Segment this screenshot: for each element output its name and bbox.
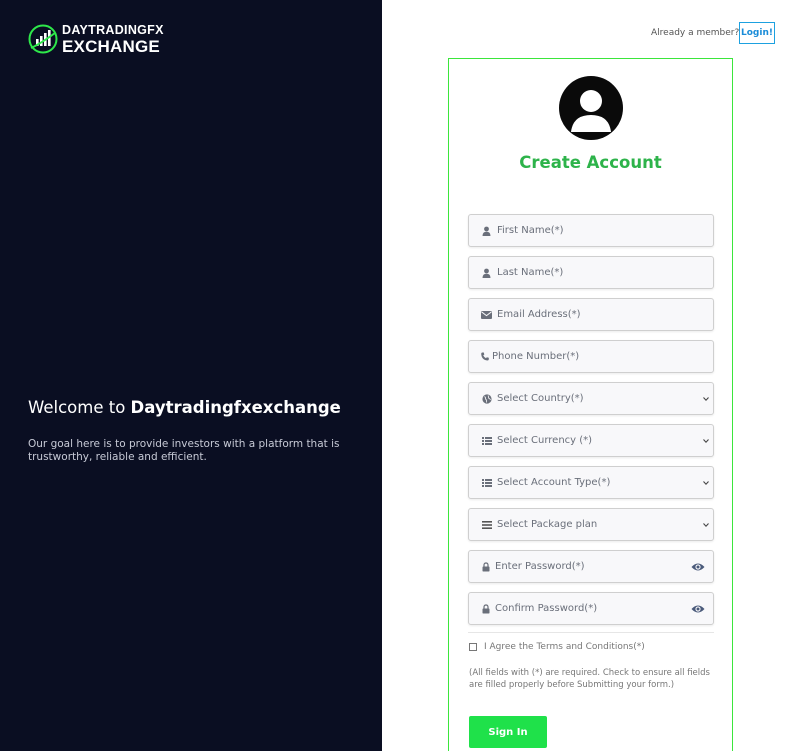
- user-icon: [481, 267, 492, 278]
- already-member-text: Already a member?: [651, 28, 740, 38]
- list-icon: [481, 477, 492, 488]
- phone-icon: [481, 351, 489, 362]
- welcome-heading: Welcome to Daytradingfxexchange: [28, 398, 341, 417]
- left-panel: DAYTRADINGFX EXCHANGE Welcome to Daytrad…: [0, 0, 382, 751]
- terms-checkbox[interactable]: [469, 643, 477, 651]
- terms-label: I Agree the Terms and Conditions(*): [484, 642, 645, 652]
- chart-logo-icon: [28, 24, 58, 54]
- chevron-down-icon: [703, 439, 709, 444]
- last-name-placeholder: Last Name(*): [497, 267, 564, 278]
- eye-icon[interactable]: [691, 604, 705, 614]
- phone-placeholder: Phone Number(*): [492, 351, 580, 362]
- password-input[interactable]: Enter Password(*): [468, 550, 714, 583]
- account-type-select[interactable]: Select Account Type(*): [468, 466, 714, 499]
- confirm-password-placeholder: Confirm Password(*): [495, 603, 598, 614]
- sign-in-button[interactable]: Sign In: [469, 716, 547, 748]
- chevron-down-icon: [703, 481, 709, 486]
- goal-text: Our goal here is to provide investors wi…: [28, 438, 340, 463]
- phone-input[interactable]: Phone Number(*): [468, 340, 714, 373]
- currency-select-label: Select Currency (*): [497, 435, 593, 446]
- globe-icon: [481, 393, 492, 404]
- email-input[interactable]: Email Address(*): [468, 298, 714, 331]
- logo-text-line1: DAYTRADINGFX: [62, 23, 164, 37]
- list-icon: [481, 435, 492, 446]
- eye-icon[interactable]: [691, 562, 705, 572]
- password-placeholder: Enter Password(*): [495, 561, 585, 572]
- chevron-down-icon: [703, 397, 709, 402]
- confirm-password-input[interactable]: Confirm Password(*): [468, 592, 714, 625]
- chevron-down-icon: [703, 523, 709, 528]
- required-fields-note: (All fields with (*) are required. Check…: [469, 668, 710, 690]
- avatar-icon: [559, 76, 623, 140]
- package-plan-select[interactable]: Select Package plan: [468, 508, 714, 541]
- envelope-icon: [481, 309, 492, 320]
- country-select-label: Select Country(*): [497, 393, 584, 404]
- form-title: Create Account: [519, 153, 662, 172]
- bars-icon: [481, 519, 492, 530]
- user-icon: [481, 225, 492, 236]
- lock-icon: [481, 561, 490, 572]
- first-name-placeholder: First Name(*): [497, 225, 564, 236]
- welcome-brand: Daytradingfxexchange: [130, 398, 341, 417]
- first-name-input[interactable]: First Name(*): [468, 214, 714, 247]
- email-placeholder: Email Address(*): [497, 309, 581, 320]
- terms-agreement[interactable]: I Agree the Terms and Conditions(*): [469, 642, 645, 652]
- country-select[interactable]: Select Country(*): [468, 382, 714, 415]
- signup-card: Create Account First Name(*) Last Name(*…: [448, 58, 733, 751]
- brand-logo[interactable]: DAYTRADINGFX EXCHANGE: [28, 24, 164, 55]
- logo-text-line2: EXCHANGE: [62, 36, 160, 56]
- welcome-prefix: Welcome to: [28, 398, 131, 417]
- lock-icon: [481, 603, 490, 614]
- currency-select[interactable]: Select Currency (*): [468, 424, 714, 457]
- form-divider: [468, 632, 714, 633]
- login-button[interactable]: Login!: [739, 22, 775, 44]
- account-type-select-label: Select Account Type(*): [497, 477, 611, 488]
- package-plan-select-label: Select Package plan: [497, 519, 598, 530]
- last-name-input[interactable]: Last Name(*): [468, 256, 714, 289]
